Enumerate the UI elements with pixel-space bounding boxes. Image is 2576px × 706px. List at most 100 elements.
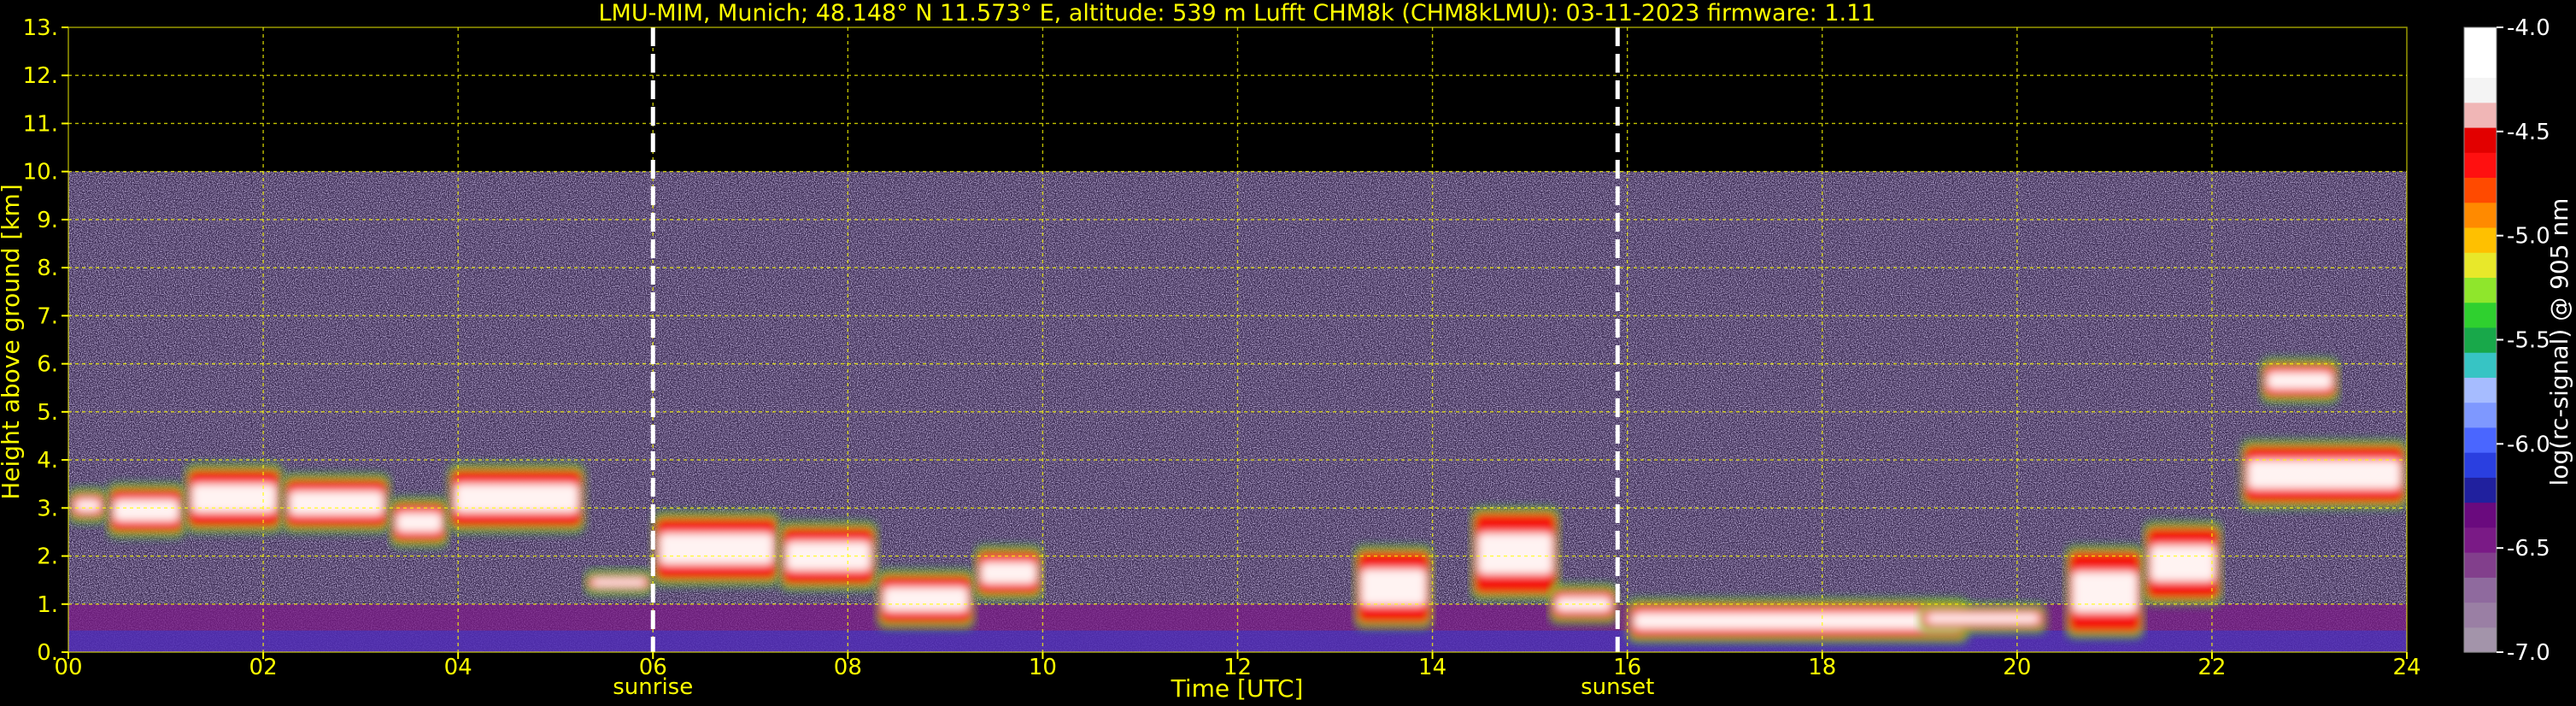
colorbar-segment <box>2464 327 2497 353</box>
x-tick-label: 10 <box>1029 655 1057 680</box>
y-tick-label: 1. <box>37 592 58 618</box>
cloud-layer <box>282 474 390 532</box>
colorbar-segment <box>2464 302 2497 328</box>
cloud-layer <box>877 570 975 629</box>
colorbar-segment <box>2464 452 2497 478</box>
cloud-layer <box>107 483 185 538</box>
y-tick-label: 10. <box>23 160 58 185</box>
cloud-layer <box>68 488 108 523</box>
x-tick-label: 04 <box>444 655 472 680</box>
sun-marker-label: sunset <box>1581 674 1654 700</box>
cloud-core <box>883 587 968 612</box>
colorbar-segment <box>2464 102 2497 128</box>
ceilometer-backscatter-chart: LMU-MIM, Munich; 48.148° N 11.573° E, al… <box>0 0 2573 703</box>
colorbar-segment <box>2464 602 2497 628</box>
cloud-core <box>660 532 773 565</box>
y-tick-label: 9. <box>37 208 58 233</box>
colorbar-segment <box>2464 152 2497 179</box>
colorbar-segment <box>2464 402 2497 428</box>
cloud-layer <box>2241 440 2407 509</box>
cloud-layer <box>2065 545 2145 638</box>
colorbar-segment <box>2464 126 2497 153</box>
cloud-core <box>1634 612 1962 630</box>
cloud-layer <box>653 512 780 585</box>
colorbar-tick-label: -5.5 <box>2507 328 2550 354</box>
colorbar-tick-label: -6.5 <box>2507 536 2550 562</box>
cloud-layer <box>1919 603 2047 633</box>
x-tick-label: 02 <box>249 655 278 680</box>
colorbar-segment <box>2464 627 2497 653</box>
colorbar-tick-label: -4.5 <box>2507 120 2550 145</box>
cloud-core <box>75 499 101 512</box>
cloud-core <box>289 491 384 515</box>
y-tick-label: 6. <box>37 352 58 378</box>
colorbar-segment <box>2464 277 2497 303</box>
colorbar-segment <box>2464 177 2497 203</box>
chart-title: LMU-MIM, Munich; 48.148° N 11.573° E, al… <box>599 0 1876 26</box>
colorbar-segment <box>2464 577 2497 603</box>
cloud-layer <box>448 464 585 532</box>
y-axis-ticks: 0. 1. 2. 3. 4. 5. 6. 7. 8. 9. 10. 11. 12. 13. <box>23 15 68 666</box>
colorbar-segment <box>2464 377 2497 403</box>
y-tick-label: 11. <box>23 111 58 137</box>
colorbar-segment <box>2464 77 2497 103</box>
x-tick-label: 20 <box>2003 655 2031 680</box>
cloud-core <box>591 579 647 586</box>
colorbar-segment <box>2464 202 2497 228</box>
plot-area <box>67 26 2408 653</box>
cloud-core <box>396 512 442 532</box>
colorbar-segment <box>2464 27 2497 53</box>
y-tick-label: 5. <box>37 400 58 426</box>
y-tick-label: 0. <box>37 640 58 666</box>
cloud-core <box>1361 569 1426 606</box>
colorbar-segment <box>2464 552 2497 578</box>
x-tick-label: 18 <box>1808 655 1836 680</box>
cloud-core <box>1926 614 2040 624</box>
cloud-core <box>2151 544 2215 582</box>
colorbar-segment <box>2464 477 2497 503</box>
x-tick-label: 08 <box>834 655 862 680</box>
sun-marker-label: sunrise <box>613 674 693 700</box>
y-tick-label: 12. <box>23 63 58 89</box>
cloud-layer <box>1354 545 1433 629</box>
colorbar-segment <box>2464 427 2497 453</box>
x-tick-label: 14 <box>1418 655 1446 680</box>
colorbar-tick-label: -5.0 <box>2507 224 2550 250</box>
cloud-core <box>2267 372 2332 390</box>
x-axis-label: Time [UTC] <box>1171 674 1304 703</box>
cloud-core <box>114 499 179 521</box>
y-tick-label: 2. <box>37 544 58 570</box>
colorbar-segment <box>2464 352 2497 378</box>
cloud-layer <box>2260 358 2339 403</box>
colorbar-segment <box>2464 227 2497 253</box>
cloud-layer <box>1471 507 1559 600</box>
cloud-layer <box>2144 521 2222 605</box>
colorbar-segment <box>2464 252 2497 278</box>
colorbar-tick-label: -4.0 <box>2507 15 2550 41</box>
aerosol-layer-core <box>68 630 2407 652</box>
colorbar-tick-label: -7.0 <box>2507 640 2550 666</box>
cloud-core <box>1478 532 1552 574</box>
y-tick-label: 13. <box>23 15 58 41</box>
colorbar-segment <box>2464 502 2497 528</box>
colorbar: -4.0 -4.5 -5.0 -5.5 -6.0 -6.5 -7.0 <box>2463 15 2550 666</box>
cloud-core <box>2248 460 2400 489</box>
y-tick-label: 8. <box>37 256 58 281</box>
colorbar-label: log(rc-signal) @ 905 nm <box>2545 198 2573 486</box>
colorbar-segment <box>2464 527 2497 553</box>
colorbar-tick-label: -6.0 <box>2507 432 2550 457</box>
y-tick-label: 7. <box>37 303 58 329</box>
cloud-layer <box>1627 598 1969 644</box>
cloud-layer <box>974 545 1043 600</box>
y-axis-label: Height above ground [km] <box>0 184 25 500</box>
y-tick-label: 3. <box>37 496 58 521</box>
colorbar-segment <box>2464 52 2497 79</box>
cloud-layer <box>390 497 449 547</box>
cloud-core <box>2072 571 2138 613</box>
y-tick-label: 4. <box>37 448 58 474</box>
x-tick-label: 22 <box>2198 655 2226 680</box>
x-tick-label: 00 <box>54 655 82 680</box>
cloud-layer <box>185 464 283 532</box>
cloud-layer <box>584 570 654 595</box>
x-tick-label: 24 <box>2392 655 2421 680</box>
